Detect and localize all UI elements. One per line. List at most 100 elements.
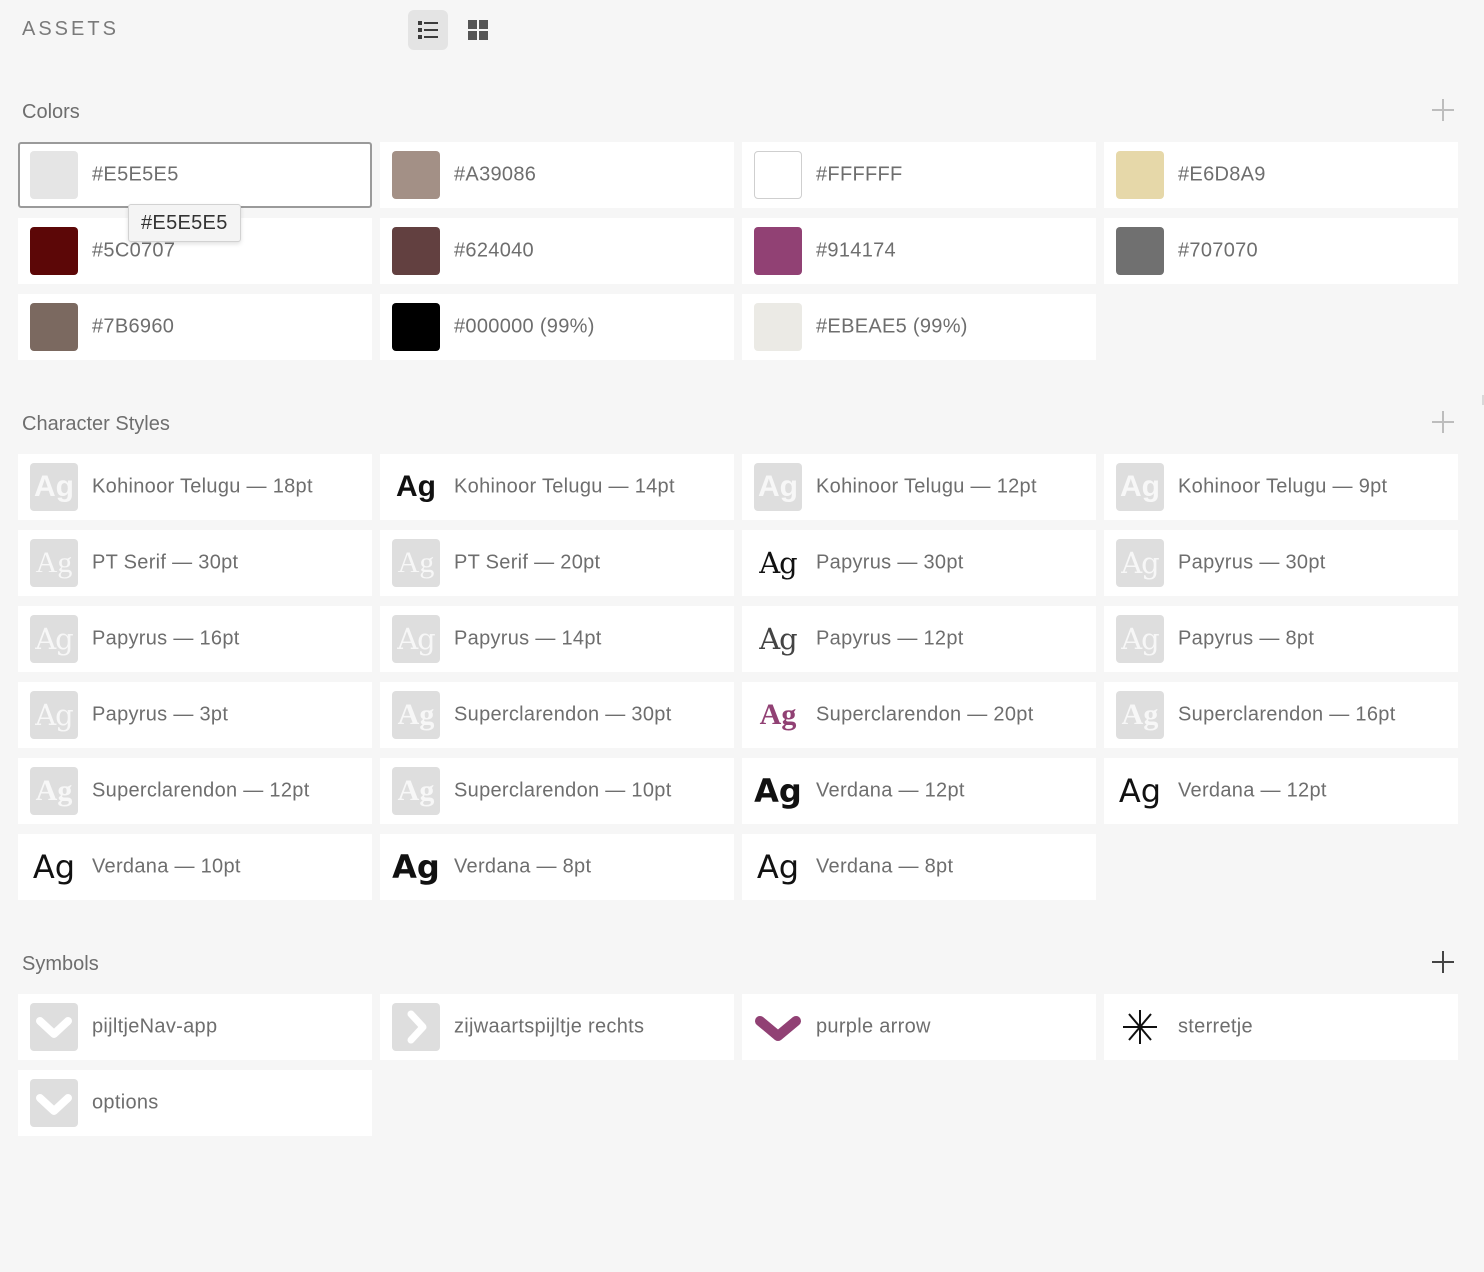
color-tile[interactable]: #E5E5E5 — [18, 142, 372, 208]
symbol-label: sterretje — [1178, 1015, 1253, 1038]
character-style-tile[interactable]: Ag Superclarendon — 16pt — [1104, 682, 1458, 748]
color-tile[interactable]: #624040 — [380, 218, 734, 284]
color-label: #E6D8A9 — [1178, 163, 1266, 186]
character-style-tile[interactable]: Ag Papyrus — 8pt — [1104, 606, 1458, 672]
purple-heart-chevron-icon — [754, 1003, 802, 1051]
list-view-icon — [418, 21, 438, 39]
symbol-label: zijwaartspijltje rechts — [454, 1015, 645, 1038]
text-preview-icon: Ag — [759, 621, 798, 656]
character-style-tile[interactable]: Ag Papyrus — 12pt — [742, 606, 1096, 672]
text-preview-icon: Ag — [392, 691, 440, 739]
color-swatch — [754, 303, 802, 351]
character-style-tile[interactable]: Ag Papyrus — 16pt — [18, 606, 372, 672]
colors-section-header: Colors — [22, 99, 1462, 131]
text-preview-icon: Ag — [1116, 539, 1164, 587]
color-swatch — [754, 227, 802, 275]
symbol-tile[interactable]: sterretje — [1104, 994, 1458, 1060]
text-preview-icon: Ag — [1116, 463, 1164, 511]
character-style-label: Superclarendon — 16pt — [1178, 703, 1396, 726]
color-label: #A39086 — [454, 163, 537, 186]
symbol-tile[interactable]: options — [18, 1070, 372, 1136]
symbol-tile[interactable]: pijltjeNav-app — [18, 994, 372, 1060]
text-preview-icon: Ag — [30, 539, 78, 587]
plus-icon — [1432, 99, 1454, 121]
character-style-label: Kohinoor Telugu — 18pt — [92, 475, 313, 498]
character-style-label: Verdana — 8pt — [816, 855, 954, 878]
character-styles-section-header: Character Styles — [22, 411, 1462, 443]
text-preview-icon: Ag — [32, 848, 76, 886]
color-swatch — [392, 227, 440, 275]
text-preview-icon: Ag — [392, 848, 440, 886]
color-label: #5C0707 — [92, 239, 176, 262]
character-style-tile[interactable]: Ag Kohinoor Telugu — 9pt — [1104, 454, 1458, 520]
character-style-tile[interactable]: Ag Superclarendon — 10pt — [380, 758, 734, 824]
chevron-right-icon — [392, 1003, 440, 1051]
text-preview-icon: Ag — [30, 615, 78, 663]
character-style-tile[interactable]: Ag Kohinoor Telugu — 14pt — [380, 454, 734, 520]
character-style-tile[interactable]: Ag Papyrus — 14pt — [380, 606, 734, 672]
grid-view-button[interactable] — [458, 10, 498, 50]
character-style-tile[interactable]: Ag Superclarendon — 30pt — [380, 682, 734, 748]
character-style-label: Superclarendon — 12pt — [92, 779, 310, 802]
character-style-label: Verdana — 8pt — [454, 855, 592, 878]
character-style-tile[interactable]: Ag Papyrus — 30pt — [742, 530, 1096, 596]
asterisk-icon — [1116, 1003, 1164, 1051]
text-preview-icon: Ag — [754, 463, 802, 511]
character-style-tile[interactable]: Ag Papyrus — 30pt — [1104, 530, 1458, 596]
color-label: #000000 (99%) — [454, 315, 595, 338]
color-label: #624040 — [454, 239, 534, 262]
color-label: #707070 — [1178, 239, 1258, 262]
color-tile[interactable]: #EBEAE5 (99%) — [742, 294, 1096, 360]
character-style-tile[interactable]: Ag Papyrus — 3pt — [18, 682, 372, 748]
text-preview-icon: Ag — [1118, 772, 1162, 810]
character-style-tile[interactable]: Ag Verdana — 12pt — [1104, 758, 1458, 824]
text-preview-icon: Ag — [754, 772, 802, 810]
color-tile[interactable]: #000000 (99%) — [380, 294, 734, 360]
symbol-tile[interactable]: purple arrow — [742, 994, 1096, 1060]
text-preview-icon: Ag — [392, 767, 440, 815]
color-tile[interactable]: #707070 — [1104, 218, 1458, 284]
character-style-tile[interactable]: Ag Verdana — 8pt — [380, 834, 734, 900]
character-style-label: Papyrus — 16pt — [92, 627, 240, 650]
character-style-tile[interactable]: Ag Verdana — 12pt — [742, 758, 1096, 824]
color-swatch — [30, 227, 78, 275]
add-character-style-button[interactable] — [1428, 407, 1458, 437]
text-preview-icon: Ag — [1116, 691, 1164, 739]
character-styles-section-title: Character Styles — [22, 413, 170, 435]
character-style-tile[interactable]: Ag Kohinoor Telugu — 12pt — [742, 454, 1096, 520]
character-style-tile[interactable]: Ag Superclarendon — 12pt — [18, 758, 372, 824]
plus-icon — [1432, 411, 1454, 433]
character-style-tile[interactable]: Ag Kohinoor Telugu — 18pt — [18, 454, 372, 520]
color-tile[interactable]: #914174 — [742, 218, 1096, 284]
character-style-tile[interactable]: Ag Superclarendon — 20pt — [742, 682, 1096, 748]
text-preview-icon: Ag — [30, 767, 78, 815]
list-view-button[interactable] — [408, 10, 448, 50]
color-tile[interactable]: #7B6960 — [18, 294, 372, 360]
colors-grid: #E5E5E5 #A39086 #FFFFFF #E6D8A9 #5C0707 … — [18, 142, 1458, 360]
color-swatch — [1116, 151, 1164, 199]
color-tile[interactable]: #E6D8A9 — [1104, 142, 1458, 208]
character-style-tile[interactable]: Ag PT Serif — 20pt — [380, 530, 734, 596]
text-preview-icon: Ag — [30, 691, 78, 739]
color-label: #EBEAE5 (99%) — [816, 315, 968, 338]
character-style-label: Papyrus — 8pt — [1178, 627, 1315, 650]
character-style-tile[interactable]: Ag Verdana — 10pt — [18, 834, 372, 900]
text-preview-icon: Ag — [1116, 615, 1164, 663]
panel-title: ASSETS — [22, 18, 119, 40]
character-style-label: PT Serif — 30pt — [92, 551, 239, 574]
character-style-tile[interactable]: Ag PT Serif — 30pt — [18, 530, 372, 596]
color-label: #7B6960 — [92, 315, 175, 338]
color-tooltip: #E5E5E5 — [128, 204, 241, 242]
color-tile[interactable]: #A39086 — [380, 142, 734, 208]
color-tile[interactable]: #FFFFFF — [742, 142, 1096, 208]
character-style-label: Superclarendon — 20pt — [816, 703, 1034, 726]
symbols-section-title: Symbols — [22, 953, 99, 975]
character-style-tile[interactable]: Ag Verdana — 8pt — [742, 834, 1096, 900]
character-styles-grid: Ag Kohinoor Telugu — 18pt Ag Kohinoor Te… — [18, 454, 1458, 900]
character-style-label: Papyrus — 3pt — [92, 703, 229, 726]
symbol-tile[interactable]: zijwaartspijltje rechts — [380, 994, 734, 1060]
symbol-label: pijltjeNav-app — [92, 1015, 218, 1038]
text-preview-icon: Ag — [392, 615, 440, 663]
add-color-button[interactable] — [1428, 95, 1458, 125]
add-symbol-button[interactable] — [1428, 947, 1458, 977]
